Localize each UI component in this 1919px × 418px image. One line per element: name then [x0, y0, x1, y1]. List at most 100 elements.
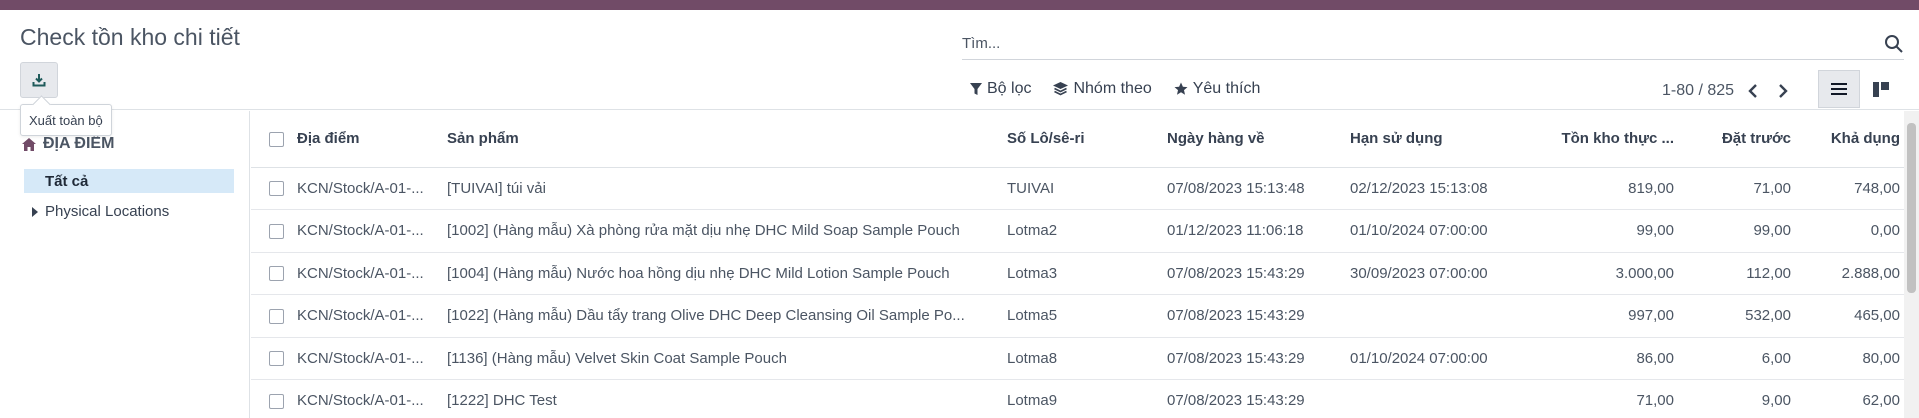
row-checkbox[interactable]	[269, 181, 284, 197]
list-view: Địa điểm Sản phẩm Số Lô/sê-ri Ngày hàng …	[251, 111, 1919, 418]
table-cell[interactable]: [TUIVAI] túi vải	[441, 167, 1001, 210]
funnel-icon	[970, 82, 982, 95]
column-header[interactable]: Khả dụng	[1797, 111, 1906, 168]
table-cell[interactable]: [1136] (Hàng mẫu) Velvet Skin Coat Sampl…	[441, 337, 1001, 380]
table-cell[interactable]: 07/08/2023 15:43:29	[1161, 379, 1344, 418]
column-header[interactable]: Hạn sử dụng	[1344, 111, 1520, 168]
pager-previous-button[interactable]	[1742, 80, 1764, 102]
pager-next-button[interactable]	[1772, 80, 1794, 102]
table-cell[interactable]: 0,00	[1797, 209, 1906, 253]
select-all-checkbox[interactable]	[269, 131, 284, 147]
search-icon[interactable]	[1884, 34, 1904, 54]
row-select-cell	[251, 252, 291, 295]
table-cell[interactable]	[1344, 379, 1520, 418]
table-cell[interactable]: Lotma8	[1001, 337, 1161, 380]
table-cell[interactable]: [1022] (Hàng mẫu) Dầu tẩy trang Olive DH…	[441, 294, 1001, 338]
row-checkbox[interactable]	[269, 223, 284, 239]
table-cell[interactable]: Lotma3	[1001, 252, 1161, 295]
table-cell[interactable]: 3.000,00	[1520, 252, 1680, 295]
table-cell[interactable]: 748,00	[1797, 167, 1906, 210]
favorites-button[interactable]: Yêu thích	[1174, 80, 1261, 98]
table-cell[interactable]: 80,00	[1797, 337, 1906, 380]
export-all-button[interactable]	[20, 62, 58, 98]
favorites-label: Yêu thích	[1192, 80, 1261, 97]
caret-right-icon[interactable]	[32, 206, 38, 217]
column-header[interactable]: Đặt trước	[1680, 111, 1797, 168]
location-panel: ĐỊA ĐIỂM Tất cả Physical Locations	[0, 111, 250, 418]
sidebar-item-all[interactable]: Tất cả	[24, 169, 234, 193]
filter-button[interactable]: Bộ lọc	[970, 80, 1031, 98]
table-cell[interactable]: 01/12/2023 11:06:18	[1161, 209, 1344, 253]
table-scrollbar[interactable]	[1904, 111, 1919, 418]
home-icon	[22, 137, 36, 151]
group-by-button[interactable]: Nhóm theo	[1053, 80, 1152, 98]
table-row[interactable]: KCN/Stock/A-01-... [1002] (Hàng mẫu) Xà p…	[251, 209, 1906, 253]
table-cell[interactable]: KCN/Stock/A-01-...	[291, 337, 441, 380]
table-cell[interactable]: 99,00	[1680, 209, 1797, 253]
column-header[interactable]: Địa điểm	[291, 111, 441, 168]
kanban-view-button[interactable]	[1860, 70, 1902, 108]
page-title: Check tồn kho chi tiết	[20, 24, 240, 50]
chevron-right-icon	[1779, 84, 1788, 98]
table-cell[interactable]: 86,00	[1520, 337, 1680, 380]
table-cell[interactable]: 01/10/2024 07:00:00	[1344, 209, 1520, 253]
filter-label: Bộ lọc	[987, 80, 1032, 97]
column-header[interactable]: Ngày hàng về	[1161, 111, 1344, 168]
row-checkbox[interactable]	[269, 393, 284, 409]
top-navbar	[0, 0, 1919, 10]
table-cell[interactable]: 112,00	[1680, 252, 1797, 295]
table-row[interactable]: KCN/Stock/A-01-... [1022] (Hàng mẫu) Dầu …	[251, 294, 1906, 338]
scrollbar-thumb[interactable]	[1907, 123, 1916, 293]
table-cell[interactable]: KCN/Stock/A-01-...	[291, 209, 441, 253]
column-header[interactable]: Sản phẩm	[441, 111, 1001, 168]
table-cell[interactable]: 07/08/2023 15:43:29	[1161, 337, 1344, 380]
table-cell[interactable]: 6,00	[1680, 337, 1797, 380]
row-checkbox[interactable]	[269, 308, 284, 324]
row-checkbox[interactable]	[269, 266, 284, 282]
table-cell[interactable]: 9,00	[1680, 379, 1797, 418]
table-cell[interactable]: KCN/Stock/A-01-...	[291, 167, 441, 210]
pager: 1-80 / 825	[1662, 80, 1794, 102]
table-cell[interactable]: 819,00	[1520, 167, 1680, 210]
table-cell[interactable]: 02/12/2023 15:13:08	[1344, 167, 1520, 210]
table-cell[interactable]: 532,00	[1680, 294, 1797, 338]
table-cell[interactable]: 99,00	[1520, 209, 1680, 253]
location-heading-label: ĐỊA ĐIỂM	[43, 135, 115, 152]
table-cell[interactable]: [1222] DHC Test	[441, 379, 1001, 418]
table-cell[interactable]: 30/09/2023 07:00:00	[1344, 252, 1520, 295]
list-view-button[interactable]	[1818, 70, 1860, 108]
search-input[interactable]	[962, 28, 1862, 58]
table-cell[interactable]: TUIVAI	[1001, 167, 1161, 210]
table-cell[interactable]: 71,00	[1520, 379, 1680, 418]
table-row[interactable]: KCN/Stock/A-01-... [1004] (Hàng mẫu) Nước…	[251, 252, 1906, 295]
column-header[interactable]: Số Lô/sê-ri	[1001, 111, 1161, 168]
table-cell[interactable]: 997,00	[1520, 294, 1680, 338]
table-cell[interactable]: 07/08/2023 15:43:29	[1161, 294, 1344, 338]
table-cell[interactable]: 07/08/2023 15:13:48	[1161, 167, 1344, 210]
table-cell[interactable]	[1344, 294, 1520, 338]
table-cell[interactable]: 71,00	[1680, 167, 1797, 210]
table-row[interactable]: KCN/Stock/A-01-... [1222] DHC Test Lotma9 0…	[251, 379, 1906, 418]
column-header[interactable]: Tồn kho thực ...	[1520, 111, 1680, 168]
pager-value[interactable]: 1-80 / 825	[1662, 82, 1734, 100]
table-cell[interactable]: 465,00	[1797, 294, 1906, 338]
table-cell[interactable]: 62,00	[1797, 379, 1906, 418]
table-cell[interactable]: KCN/Stock/A-01-...	[291, 252, 441, 295]
table-cell[interactable]: 07/08/2023 15:43:29	[1161, 252, 1344, 295]
table-cell[interactable]: [1004] (Hàng mẫu) Nước hoa hồng dịu nhẹ …	[441, 252, 1001, 295]
row-select-cell	[251, 294, 291, 338]
table-cell[interactable]: [1002] (Hàng mẫu) Xà phòng rửa mặt dịu n…	[441, 209, 1001, 253]
table-cell[interactable]: Lotma5	[1001, 294, 1161, 338]
table-cell[interactable]: KCN/Stock/A-01-...	[291, 379, 441, 418]
row-select-cell	[251, 209, 291, 253]
table-cell[interactable]: Lotma9	[1001, 379, 1161, 418]
table-cell[interactable]: 2.888,00	[1797, 252, 1906, 295]
table-cell[interactable]: Lotma2	[1001, 209, 1161, 253]
table-cell[interactable]: 01/10/2024 07:00:00	[1344, 337, 1520, 380]
row-checkbox[interactable]	[269, 351, 284, 367]
sidebar-item-label: Physical Locations	[45, 203, 170, 220]
table-cell[interactable]: KCN/Stock/A-01-...	[291, 294, 441, 338]
table-row[interactable]: KCN/Stock/A-01-... [TUIVAI] túi vải TUIVAI…	[251, 167, 1906, 210]
table-row[interactable]: KCN/Stock/A-01-... [1136] (Hàng mẫu) Velv…	[251, 337, 1906, 380]
sidebar-item-physical-locations[interactable]: Physical Locations	[32, 203, 169, 220]
